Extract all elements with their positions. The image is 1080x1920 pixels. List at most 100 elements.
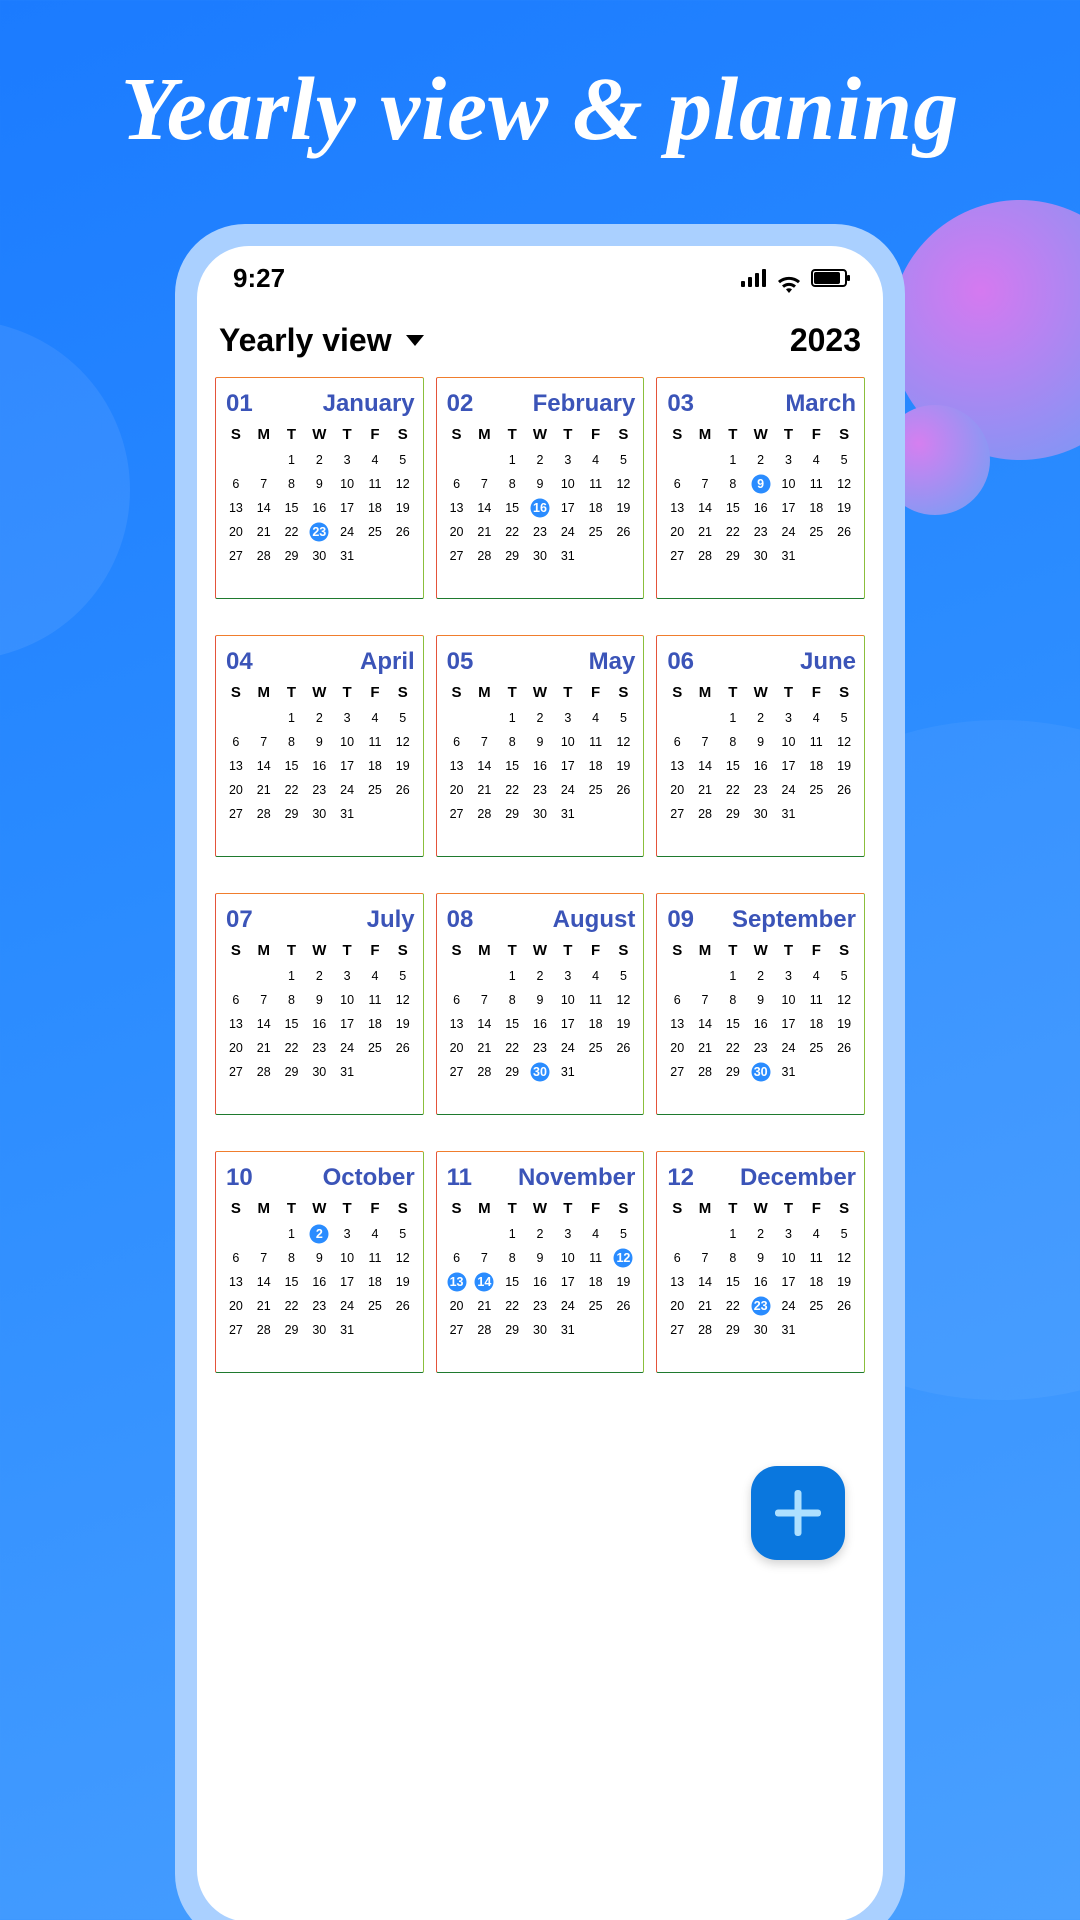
- day-cell[interactable]: 4: [361, 449, 389, 471]
- day-cell[interactable]: 18: [361, 1271, 389, 1293]
- day-cell[interactable]: 17: [333, 1271, 361, 1293]
- day-cell[interactable]: 1: [278, 1223, 306, 1245]
- day-cell[interactable]: 24: [333, 1037, 361, 1059]
- day-cell[interactable]: 16: [526, 1013, 554, 1035]
- day-cell[interactable]: 25: [802, 779, 830, 801]
- day-cell[interactable]: 8: [278, 473, 306, 495]
- day-cell[interactable]: 13: [222, 1271, 250, 1293]
- day-cell[interactable]: 20: [663, 521, 691, 543]
- day-cell[interactable]: 20: [222, 1037, 250, 1059]
- day-cell[interactable]: 15: [719, 755, 747, 777]
- day-cell[interactable]: 28: [250, 1319, 278, 1341]
- day-cell[interactable]: 27: [222, 545, 250, 567]
- day-cell[interactable]: 23: [305, 1295, 333, 1317]
- day-cell[interactable]: 28: [250, 1061, 278, 1083]
- day-cell[interactable]: 16: [305, 497, 333, 519]
- day-cell[interactable]: 13: [443, 1013, 471, 1035]
- day-cell[interactable]: 8: [719, 989, 747, 1011]
- day-cell[interactable]: 28: [470, 1319, 498, 1341]
- day-cell[interactable]: 20: [443, 1037, 471, 1059]
- day-cell[interactable]: 27: [222, 803, 250, 825]
- day-cell[interactable]: 1: [278, 707, 306, 729]
- day-cell[interactable]: 26: [830, 1295, 858, 1317]
- day-cell[interactable]: 16: [526, 1271, 554, 1293]
- day-cell[interactable]: 26: [610, 779, 638, 801]
- day-cell[interactable]: 17: [775, 1271, 803, 1293]
- day-cell[interactable]: 14: [691, 1013, 719, 1035]
- day-cell[interactable]: 31: [775, 1319, 803, 1341]
- day-cell[interactable]: 27: [222, 1061, 250, 1083]
- day-cell[interactable]: 30: [526, 803, 554, 825]
- day-cell[interactable]: 26: [389, 1295, 417, 1317]
- day-cell[interactable]: 25: [802, 1037, 830, 1059]
- day-cell[interactable]: 15: [498, 755, 526, 777]
- day-cell[interactable]: 18: [802, 497, 830, 519]
- day-cell[interactable]: 1: [498, 449, 526, 471]
- day-cell[interactable]: 8: [719, 473, 747, 495]
- day-cell[interactable]: 23: [305, 521, 333, 543]
- day-cell[interactable]: 18: [582, 1013, 610, 1035]
- day-cell[interactable]: 20: [222, 521, 250, 543]
- day-cell[interactable]: 4: [582, 707, 610, 729]
- day-cell[interactable]: 28: [250, 545, 278, 567]
- day-cell[interactable]: 24: [775, 521, 803, 543]
- day-cell[interactable]: 29: [278, 803, 306, 825]
- day-cell[interactable]: 14: [470, 1271, 498, 1293]
- day-cell[interactable]: 6: [663, 1247, 691, 1269]
- day-cell[interactable]: 30: [305, 1319, 333, 1341]
- day-cell[interactable]: 6: [443, 1247, 471, 1269]
- day-cell[interactable]: 12: [830, 731, 858, 753]
- day-cell[interactable]: 24: [554, 1295, 582, 1317]
- day-cell[interactable]: 20: [663, 1037, 691, 1059]
- day-cell[interactable]: 3: [554, 1223, 582, 1245]
- day-cell[interactable]: 1: [719, 449, 747, 471]
- month-box[interactable]: 05MaySMTWTFS1234567891011121314151617181…: [436, 635, 645, 857]
- day-cell[interactable]: 27: [443, 545, 471, 567]
- day-cell[interactable]: 26: [610, 521, 638, 543]
- day-cell[interactable]: 19: [610, 755, 638, 777]
- day-cell[interactable]: 9: [526, 473, 554, 495]
- day-cell[interactable]: 24: [554, 521, 582, 543]
- day-cell[interactable]: 29: [278, 545, 306, 567]
- day-cell[interactable]: 26: [830, 521, 858, 543]
- day-cell[interactable]: 10: [333, 989, 361, 1011]
- day-cell[interactable]: 28: [691, 803, 719, 825]
- day-cell[interactable]: 18: [582, 497, 610, 519]
- day-cell[interactable]: 19: [389, 497, 417, 519]
- day-cell[interactable]: 10: [775, 989, 803, 1011]
- year-label[interactable]: 2023: [790, 322, 861, 359]
- day-cell[interactable]: 11: [582, 731, 610, 753]
- day-cell[interactable]: 31: [333, 1061, 361, 1083]
- day-cell[interactable]: 20: [222, 1295, 250, 1317]
- day-cell[interactable]: 18: [802, 1013, 830, 1035]
- day-cell[interactable]: 8: [719, 1247, 747, 1269]
- day-cell[interactable]: 8: [498, 473, 526, 495]
- day-cell[interactable]: 18: [361, 755, 389, 777]
- day-cell[interactable]: 12: [830, 473, 858, 495]
- day-cell[interactable]: 10: [775, 1247, 803, 1269]
- day-cell[interactable]: 21: [250, 1295, 278, 1317]
- day-cell[interactable]: 29: [719, 1061, 747, 1083]
- day-cell[interactable]: 27: [663, 803, 691, 825]
- day-cell[interactable]: 24: [333, 1295, 361, 1317]
- day-cell[interactable]: 31: [554, 1061, 582, 1083]
- day-cell[interactable]: 23: [305, 1037, 333, 1059]
- day-cell[interactable]: 3: [554, 707, 582, 729]
- day-cell[interactable]: 4: [361, 1223, 389, 1245]
- day-cell[interactable]: 22: [498, 1037, 526, 1059]
- day-cell[interactable]: 11: [361, 989, 389, 1011]
- day-cell[interactable]: 29: [719, 545, 747, 567]
- day-cell[interactable]: 5: [610, 707, 638, 729]
- day-cell[interactable]: 13: [443, 497, 471, 519]
- day-cell[interactable]: 23: [526, 521, 554, 543]
- day-cell[interactable]: 18: [361, 497, 389, 519]
- day-cell[interactable]: 28: [250, 803, 278, 825]
- day-cell[interactable]: 18: [361, 1013, 389, 1035]
- day-cell[interactable]: 14: [470, 1013, 498, 1035]
- day-cell[interactable]: 17: [333, 1013, 361, 1035]
- day-cell[interactable]: 1: [498, 707, 526, 729]
- day-cell[interactable]: 13: [222, 755, 250, 777]
- day-cell[interactable]: 3: [333, 1223, 361, 1245]
- day-cell[interactable]: 10: [775, 731, 803, 753]
- day-cell[interactable]: 7: [691, 473, 719, 495]
